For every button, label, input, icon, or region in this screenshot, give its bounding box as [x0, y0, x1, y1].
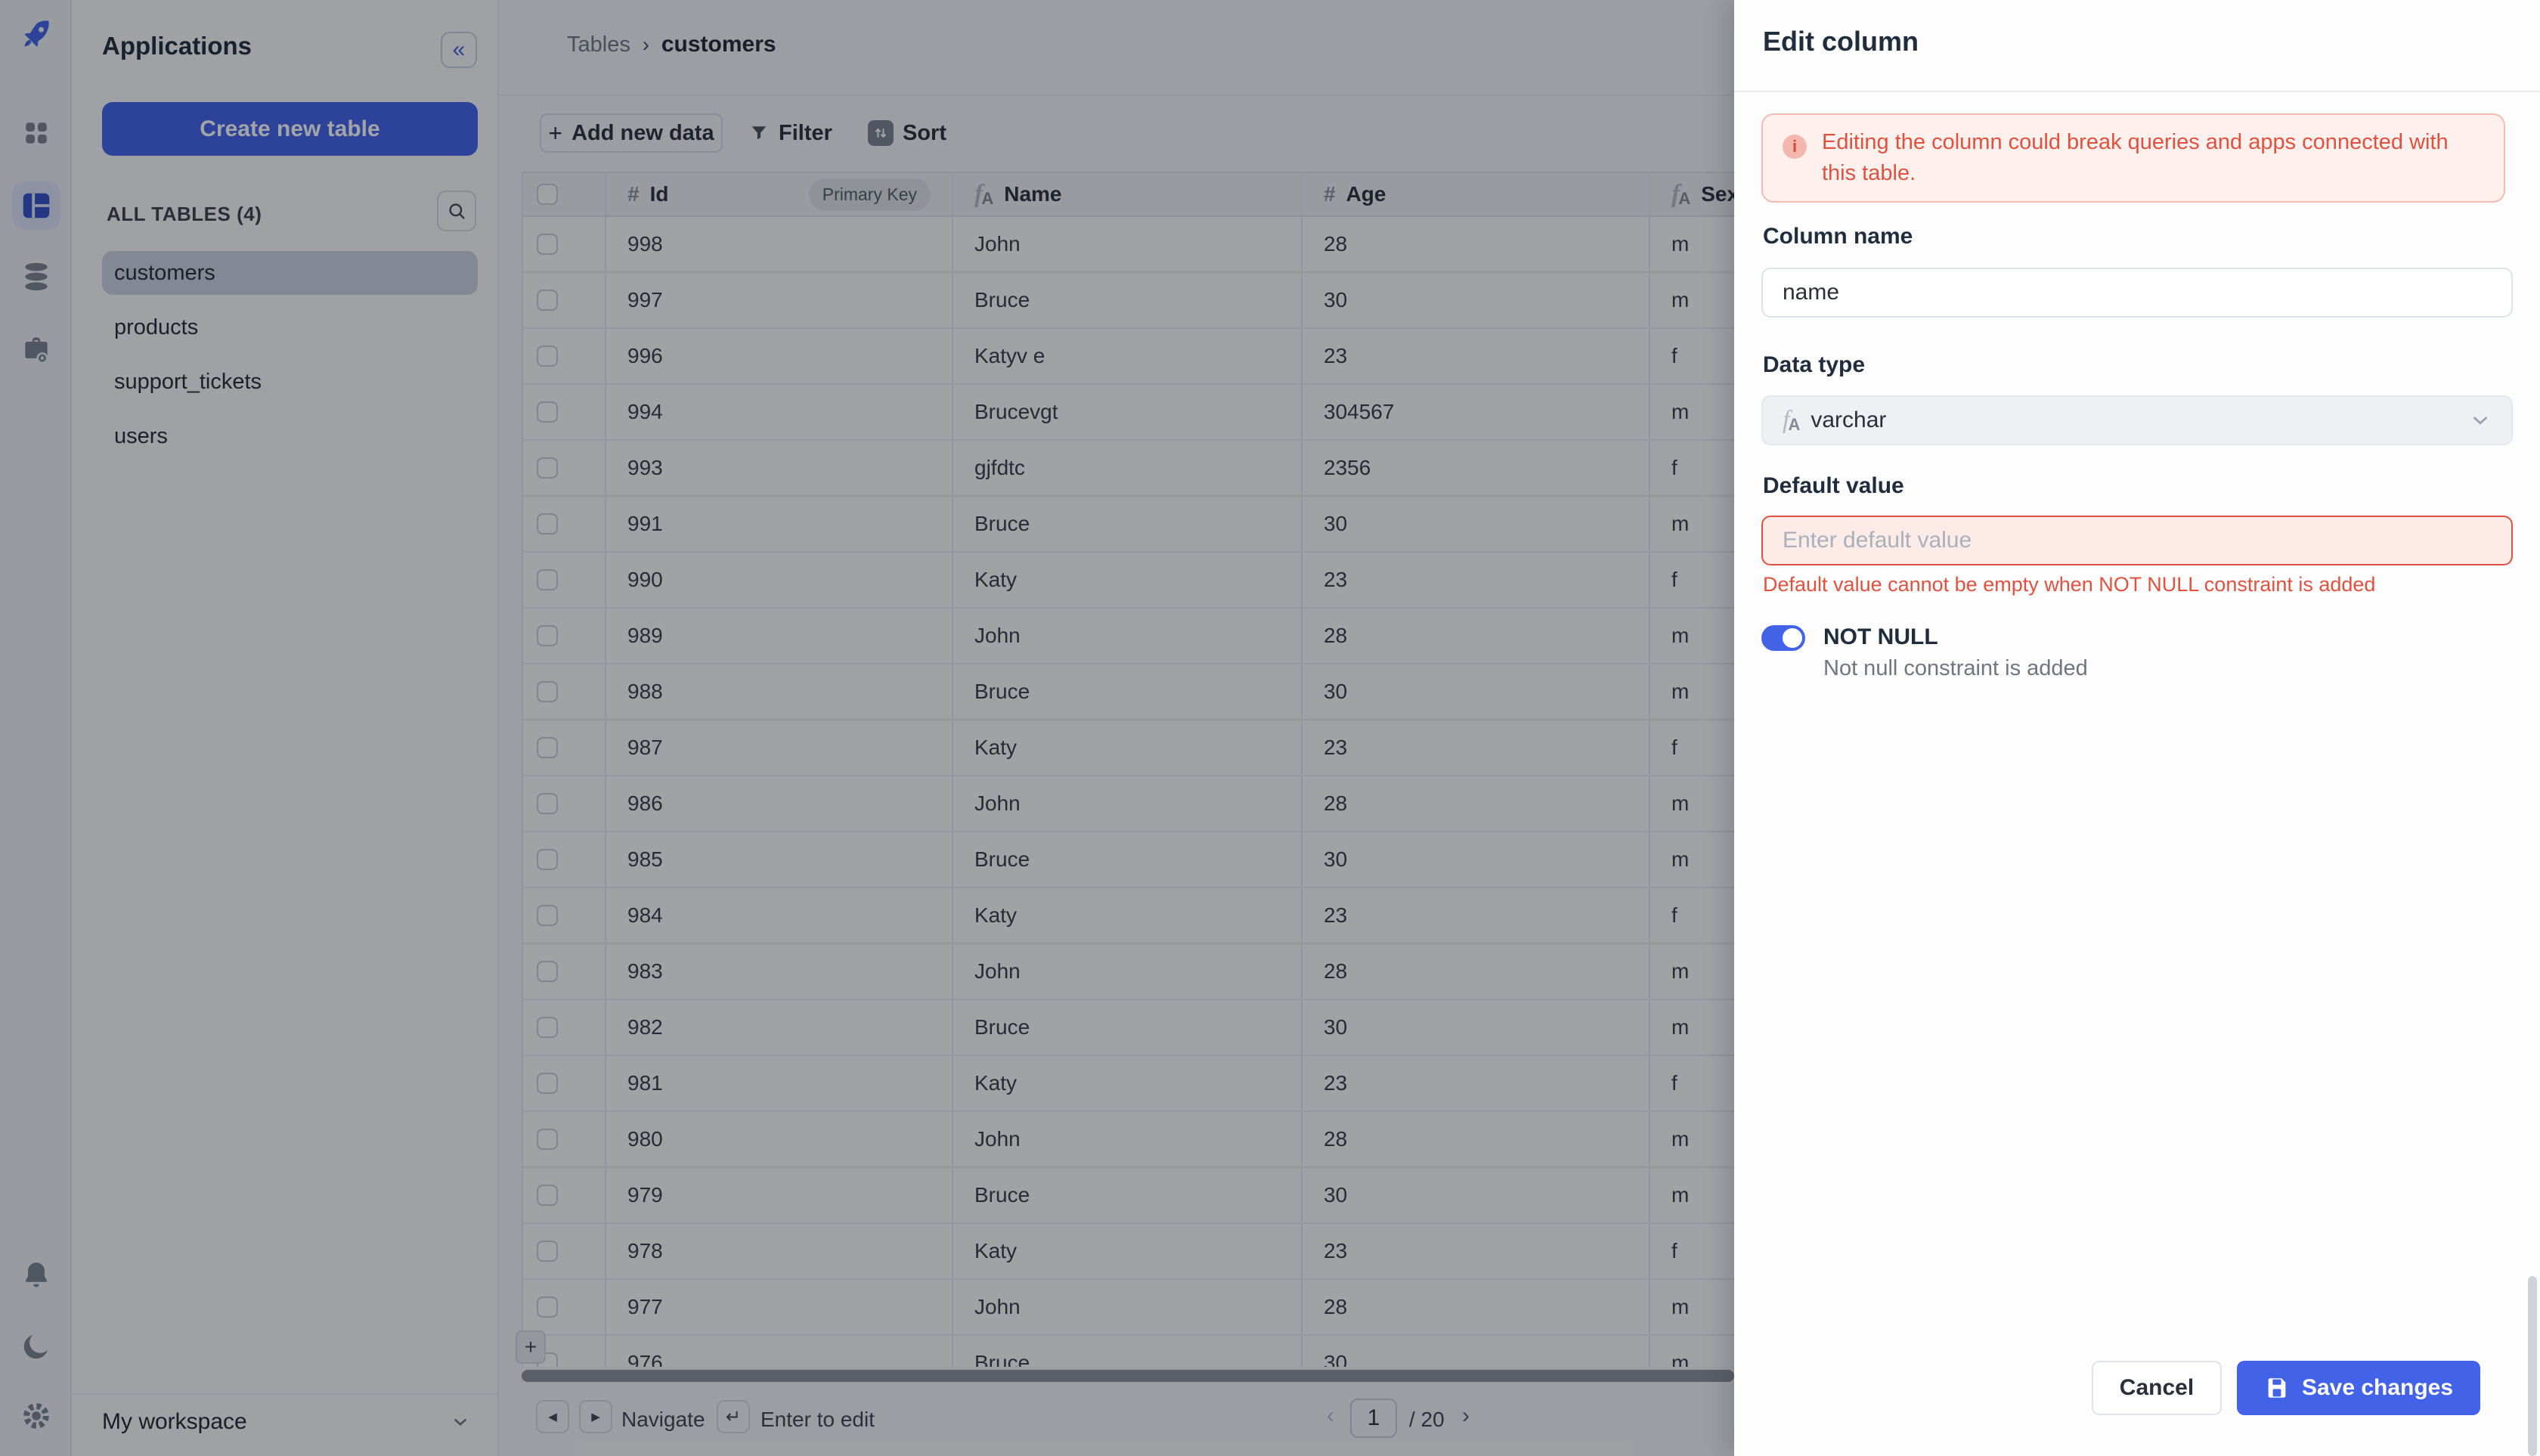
- warning-text: Editing the column could break queries a…: [1822, 127, 2484, 189]
- column-name-label: Column name: [1763, 224, 1913, 249]
- default-value-error: Default value cannot be empty when NOT N…: [1763, 573, 2375, 596]
- not-null-toggle[interactable]: [1761, 625, 1805, 651]
- warning-banner: i Editing the column could break queries…: [1761, 113, 2505, 203]
- edit-column-drawer: Edit column i Editing the column could b…: [1734, 0, 2540, 1456]
- data-type-label: Data type: [1763, 352, 1865, 378]
- varchar-type-icon: fA: [1783, 407, 1800, 433]
- save-changes-label: Save changes: [2302, 1375, 2453, 1401]
- data-type-select[interactable]: fA varchar: [1761, 395, 2513, 445]
- floppy-save-icon: [2264, 1375, 2290, 1401]
- info-icon: i: [1783, 135, 1807, 159]
- cancel-button[interactable]: Cancel: [2092, 1361, 2222, 1415]
- modal-dim-overlay: [0, 0, 1734, 1456]
- toggle-knob: [1783, 628, 1802, 648]
- default-value-input[interactable]: [1761, 516, 2513, 565]
- drawer-vertical-scrollbar[interactable]: [2528, 1276, 2537, 1456]
- save-changes-button[interactable]: Save changes: [2237, 1361, 2480, 1415]
- column-name-input[interactable]: [1761, 268, 2513, 318]
- not-null-description: Not null constraint is added: [1823, 656, 2088, 681]
- not-null-label: NOT NULL: [1823, 624, 1938, 650]
- drawer-divider: [1734, 91, 2540, 92]
- app-root: Applications « Create new table ALL TABL…: [0, 0, 2540, 1456]
- default-value-label: Default value: [1763, 473, 1904, 499]
- chevron-down-icon: [2469, 409, 2492, 432]
- drawer-title: Edit column: [1763, 26, 1919, 57]
- data-type-value: varchar: [1811, 407, 1886, 433]
